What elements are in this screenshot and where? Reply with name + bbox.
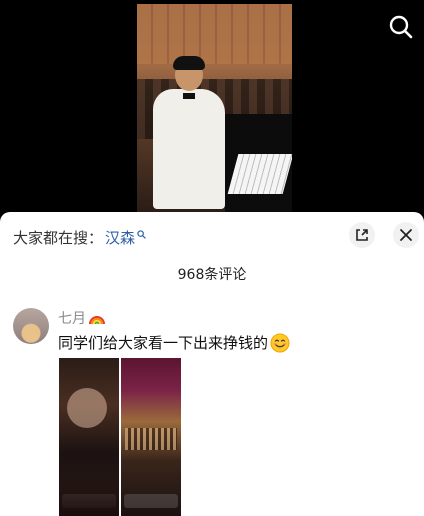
comment-text-body: 同学们给大家看一下出来挣钱的 [58, 334, 269, 352]
comment-username[interactable]: 七月 [58, 308, 106, 328]
search-suggestion-keyword[interactable]: 汉森 [105, 227, 135, 248]
pianist-hair [173, 56, 205, 70]
avatar[interactable] [13, 308, 49, 344]
video-frame[interactable] [137, 4, 292, 212]
comment-panel: 大家都在搜： 汉森 968条评论 七月 同学们给大家看一下出来挣钱的 [0, 212, 424, 516]
rainbow-emoji-icon [89, 316, 105, 325]
search-button[interactable] [388, 14, 414, 40]
concert-hall-wall [137, 4, 292, 64]
comment-text: 同学们给大家看一下出来挣钱的 [58, 332, 290, 353]
search-suggestion-prefix: 大家都在搜： [13, 229, 104, 247]
close-icon [400, 229, 412, 241]
pianist-figure [153, 56, 225, 209]
pianist-bowtie [183, 93, 195, 99]
comment-image-thumbnail[interactable] [59, 358, 119, 516]
expand-icon [356, 229, 368, 241]
pianist-jacket [153, 89, 225, 209]
comment-image-thumbnail[interactable] [121, 358, 181, 516]
comment-images [59, 358, 181, 516]
video-player[interactable] [0, 0, 424, 212]
smile-emoji-icon [270, 333, 290, 352]
search-suggestion[interactable]: 大家都在搜： 汉森 [13, 227, 146, 248]
close-button[interactable] [393, 222, 419, 248]
search-icon [389, 15, 413, 39]
expand-button[interactable] [349, 222, 375, 248]
piano-keys [227, 154, 292, 194]
small-search-icon [137, 230, 146, 239]
thumbnail-overlay [62, 494, 116, 508]
comment-username-text: 七月 [58, 311, 86, 327]
thumbnail-overlay [124, 494, 178, 508]
comment-count: 968条评论 [177, 267, 247, 283]
